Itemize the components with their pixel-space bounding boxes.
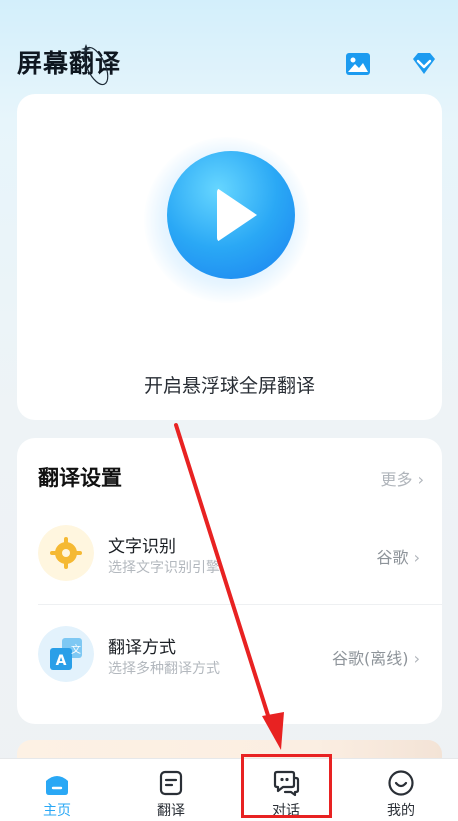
section-title: 翻译设置 bbox=[38, 466, 122, 490]
tab-translate[interactable]: 翻译 bbox=[114, 759, 228, 821]
setting-desc: 选择文字识别引擎 bbox=[108, 560, 220, 576]
floating-ball-card: 开启悬浮球全屏翻译 bbox=[17, 94, 442, 420]
play-icon bbox=[217, 188, 257, 242]
tab-mine[interactable]: 我的 bbox=[344, 759, 458, 821]
ocr-target-icon bbox=[38, 525, 94, 581]
chevron-right-icon: › bbox=[413, 548, 420, 567]
chevron-right-icon: › bbox=[417, 470, 424, 489]
setting-row-translate-mode[interactable]: A 文 翻译方式 选择多种翻译方式 谷歌(离线) › bbox=[17, 605, 442, 705]
setting-value-text: 谷歌(离线) bbox=[332, 649, 409, 668]
header: 屏幕翻译 bbox=[0, 0, 458, 98]
tab-home[interactable]: 主页 bbox=[0, 759, 114, 821]
bottom-tab-bar: 主页 翻译 对话 我的 bbox=[0, 758, 458, 821]
translate-mode-icon: A 文 bbox=[38, 626, 94, 682]
highlight-box bbox=[241, 754, 332, 818]
vip-diamond-icon[interactable] bbox=[410, 50, 438, 78]
tab-label: 主页 bbox=[43, 803, 71, 819]
smile-icon bbox=[388, 770, 414, 796]
setting-name: 翻译方式 bbox=[108, 638, 176, 658]
more-label: 更多 bbox=[380, 470, 413, 489]
start-floating-ball-button[interactable] bbox=[167, 151, 295, 279]
setting-name: 文字识别 bbox=[108, 537, 176, 557]
sparkle-icon bbox=[81, 44, 109, 86]
svg-text:A: A bbox=[56, 653, 67, 669]
setting-value: 谷歌 › bbox=[376, 544, 420, 568]
document-icon bbox=[159, 770, 183, 796]
setting-desc: 选择多种翻译方式 bbox=[108, 661, 220, 677]
setting-row-ocr[interactable]: 文字识别 选择文字识别引擎 谷歌 › bbox=[17, 504, 442, 604]
svg-text:文: 文 bbox=[71, 643, 81, 656]
translation-settings-card: 翻译设置 更多 › 文字识别 选择文字识别引擎 谷歌 › A 文 翻译方式 选择… bbox=[17, 438, 442, 724]
tab-label: 我的 bbox=[387, 803, 415, 819]
setting-value-text: 谷歌 bbox=[376, 548, 409, 567]
chevron-right-icon: › bbox=[413, 649, 420, 668]
setting-value: 谷歌(离线) › bbox=[332, 645, 420, 669]
more-link[interactable]: 更多 › bbox=[380, 466, 424, 490]
home-icon bbox=[46, 776, 68, 795]
tab-label: 翻译 bbox=[157, 803, 185, 819]
image-icon[interactable] bbox=[344, 50, 372, 78]
hero-caption: 开启悬浮球全屏翻译 bbox=[143, 375, 315, 397]
